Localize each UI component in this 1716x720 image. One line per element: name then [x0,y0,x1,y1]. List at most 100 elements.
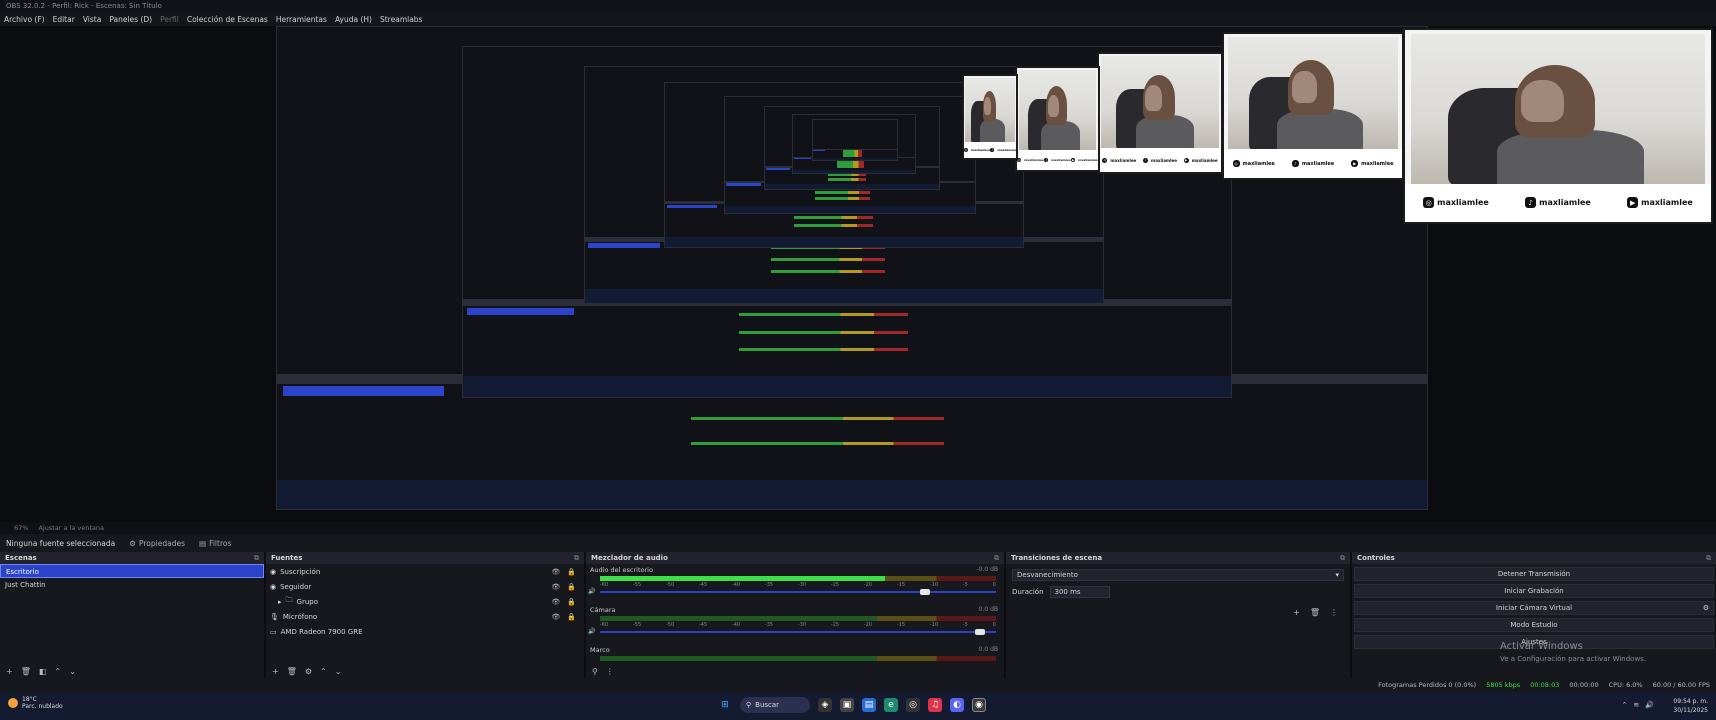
source-item[interactable]: ◉ Suscripción 👁 🔒 [266,564,584,579]
source-item[interactable]: 🎙 Micrófono 👁 🔒 [266,609,584,624]
windows-start-icon[interactable]: ⊞ [718,698,732,712]
tiktok-text: maxliamlee [1539,198,1591,208]
channel-name: Cámara [590,606,616,614]
source-item[interactable]: ▸ 🗀 Grupo 👁 🔒 [266,594,584,609]
link-icon[interactable]: ⚲ [592,667,598,676]
eye-icon[interactable]: 👁 [551,598,560,606]
menu-paneles[interactable]: Paneles (D) [109,15,152,24]
mixer-channels: Audio del escritorio -0.0 dB -60 -55 -50 -45-… [586,564,1004,666]
taskview-icon[interactable]: ▣ [840,698,854,712]
zoom-value[interactable]: 67% [14,524,28,532]
menu-perfil[interactable]: Perfil [160,15,179,24]
duration-input[interactable]: 300 ms [1049,586,1110,598]
trash-icon[interactable]: 🗑 [287,667,297,676]
stop-stream-button[interactable]: Detener Transmisión [1354,567,1714,581]
mini-meter [691,417,944,421]
down-icon[interactable]: ⌄ [69,667,76,676]
lock-icon[interactable]: 🔒 [567,613,576,621]
source-item[interactable]: ◉ Seguidor 👁 🔒 [266,579,584,594]
menu-vista[interactable]: Vista [83,15,102,24]
level-meter [600,576,996,581]
edge-icon[interactable]: e [884,698,898,712]
studio-mode-button[interactable]: Modo Estudio [1354,618,1714,632]
lock-icon[interactable]: 🔒 [567,568,576,576]
undock-icon[interactable]: ⧉ [1340,554,1345,563]
menu-herramientas[interactable]: Herramientas [276,15,327,24]
menu-coleccion[interactable]: Colección de Escenas [187,15,268,24]
speaker-icon[interactable]: 🔊 [588,588,595,595]
more-icon[interactable]: ⋮ [606,667,614,676]
menu-bar: Archivo (F) Editar Vista Paneles (D) Per… [0,12,1716,26]
scale-tick: -20 [863,582,873,588]
properties-button[interactable]: ⚙ Propiedades [129,539,185,548]
scale-tick: -10 [929,622,939,628]
add-icon[interactable]: + [6,667,13,676]
speaker-icon[interactable]: 🔊 [588,628,595,635]
watermark-subtitle: Ve a Configuración para activar Windows. [1500,655,1647,663]
system-tray: ⌃ ≋ 🔊 [1622,701,1654,709]
preview-canvas[interactable]: ◎ maxliamlee ♪ maxliamlee ▶ maxliamlee ◎ maxlia… [0,26,1716,522]
menu-editar[interactable]: Editar [53,15,75,24]
browser-icon: ◉ [270,582,277,591]
tiktok-handle: ♪ maxliamlee [1291,160,1334,168]
explorer-icon[interactable]: ▤ [862,698,876,712]
controls-title: Controles [1357,554,1395,562]
add-icon[interactable]: + [272,667,279,676]
mini-meter [691,441,944,445]
discord-icon[interactable]: ◐ [950,698,964,712]
eye-icon[interactable]: 👁 [551,583,560,591]
selected-scene-mini [793,158,811,160]
instagram-handle: ◎ maxliamlee [1232,160,1275,168]
up-icon[interactable]: ⌃ [54,667,61,676]
virtual-camera-button[interactable]: Iniciar Cámara Virtual ⚙ [1354,601,1714,615]
undock-icon[interactable]: ⧉ [1706,554,1711,563]
wifi-icon[interactable]: ≋ [1633,701,1639,709]
trash-icon[interactable]: 🗑 [1310,608,1320,617]
down-icon[interactable]: ⌄ [335,667,342,676]
undock-icon[interactable]: ⧉ [254,554,259,563]
volume-knob[interactable] [919,589,930,595]
menu-ayuda[interactable]: Ayuda (H) [335,15,372,24]
lock-icon[interactable]: 🔒 [567,598,576,606]
transition-tools: + 🗑 ⋮ [1293,608,1338,617]
gear-icon[interactable]: ⚙ [1703,604,1709,612]
scene-item[interactable]: Just Chattin [0,578,264,592]
filter-icon[interactable]: ◧ [39,667,47,676]
taskbar-clock[interactable]: 09:54 p. m. 30/11/2025 [1673,697,1708,715]
start-recording-button[interactable]: Iniciar Grabación [1354,584,1714,598]
menu-archivo[interactable]: Archivo (F) [4,15,45,24]
weather-widget[interactable]: 18°C Parc. nublado [8,696,63,710]
undock-icon[interactable]: ⧉ [994,554,999,563]
monitor-icon: ▭ [270,627,277,636]
instagram-handle: ◎ maxliamlee [1423,197,1489,209]
more-icon[interactable]: ⋮ [1330,608,1338,617]
eye-icon[interactable]: 👁 [551,568,560,576]
chevron-up-icon[interactable]: ⌃ [1622,701,1628,709]
music-icon[interactable]: ♫ [928,698,942,712]
transition-select[interactable]: Desvanecimiento ▾ [1012,569,1344,581]
youtube-handle: ▶maxliamlee [1017,148,1018,152]
volume-knob[interactable] [975,629,986,635]
source-item[interactable]: ▭ AMD Radeon 7900 GRE [266,624,584,639]
eye-icon[interactable]: 👁 [551,613,560,621]
obs-icon[interactable]: ◉ [972,698,986,712]
scene-item[interactable]: Escritorio [0,564,264,578]
menu-streamlabs[interactable]: Streamlabs [380,15,422,24]
undock-icon[interactable]: ⧉ [574,554,579,563]
lock-icon[interactable]: 🔒 [567,583,576,591]
steam-icon[interactable]: ◎ [906,698,920,712]
taskbar-search[interactable]: ⚲ Buscar [740,697,810,713]
up-icon[interactable]: ⌃ [320,667,327,676]
app-icon[interactable]: ◈ [818,698,832,712]
gear-icon[interactable]: ⚙ [305,667,312,676]
tiktok-text: maxliamlee [1051,157,1071,162]
zoom-fit[interactable]: Ajustar a la ventana [38,524,104,532]
volume-slider[interactable] [600,589,996,595]
trash-icon[interactable]: 🗑 [21,667,31,676]
filters-button[interactable]: ▤ Filtros [199,539,231,548]
chevron-right-icon[interactable]: ▸ [278,598,282,606]
mixer-channel: Marco 0.0 dB [586,644,1004,666]
volume-slider[interactable] [600,629,996,635]
add-icon[interactable]: + [1293,608,1300,617]
volume-icon[interactable]: 🔊 [1645,701,1654,709]
